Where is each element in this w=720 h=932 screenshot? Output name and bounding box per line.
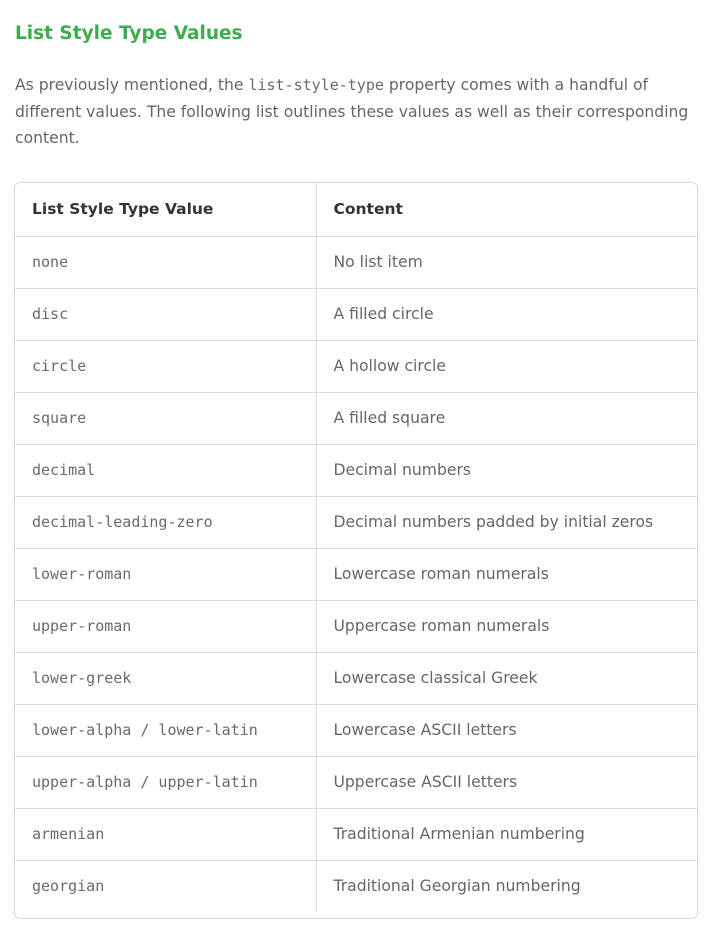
cell-content: No list item <box>315 236 697 289</box>
table-row: none No list item <box>15 236 697 289</box>
intro-inline-code: list-style-type <box>248 76 384 94</box>
cell-content: Traditional Georgian numbering <box>315 860 697 912</box>
table-row: square A filled square <box>15 392 697 445</box>
cell-value: lower-roman <box>15 548 316 601</box>
cell-content: Uppercase ASCII letters <box>315 756 697 809</box>
table-row: decimal Decimal numbers <box>15 444 697 497</box>
cell-value: decimal <box>15 444 316 497</box>
column-header-value: List Style Type Value <box>15 183 316 237</box>
intro-paragraph: As previously mentioned, the list-style-… <box>15 72 705 152</box>
table-row: lower-greek Lowercase classical Greek <box>15 652 697 705</box>
cell-value: circle <box>15 340 316 393</box>
cell-value: armenian <box>15 808 316 861</box>
cell-value: lower-greek <box>15 652 316 705</box>
cell-content: Lowercase classical Greek <box>315 652 697 705</box>
section-heading: List Style Type Values <box>15 23 243 44</box>
list-style-type-table: List Style Type Value Content none No li… <box>14 182 698 919</box>
table-row: upper-roman Uppercase roman numerals <box>15 600 697 653</box>
table-row: armenian Traditional Armenian numbering <box>15 808 697 861</box>
table-row: upper-alpha / upper-latin Uppercase ASCI… <box>15 756 697 809</box>
cell-value: none <box>15 236 316 289</box>
cell-value: decimal-leading-zero <box>15 496 316 549</box>
cell-value: square <box>15 392 316 445</box>
cell-value: georgian <box>32 877 105 896</box>
cell-content: Lowercase ASCII letters <box>315 704 697 757</box>
table-row: circle A hollow circle <box>15 340 697 393</box>
intro-text-start: As previously mentioned, the <box>15 76 249 94</box>
article-section: List Style Type Values As previously men… <box>0 0 720 152</box>
cell-value: upper-alpha / upper-latin <box>15 756 316 809</box>
table-row: disc A filled circle <box>15 288 697 341</box>
cell-content: Decimal numbers <box>315 444 697 497</box>
cell-content: A filled circle <box>315 288 697 341</box>
cell-content: Decimal numbers padded by initial zeros <box>315 496 697 549</box>
table-header-row: List Style Type Value Content <box>15 183 697 237</box>
table-row: decimal-leading-zero Decimal numbers pad… <box>15 496 697 549</box>
cell-value: disc <box>15 288 316 341</box>
table-row: lower-roman Lowercase roman numerals <box>15 548 697 601</box>
table-row: lower-alpha / lower-latin Lowercase ASCI… <box>15 704 697 757</box>
cell-value: lower-alpha / lower-latin <box>15 704 316 757</box>
table-row: georgian Traditional Georgian numbering <box>15 860 697 912</box>
cell-content: Traditional Armenian numbering <box>315 808 697 861</box>
cell-content: A hollow circle <box>315 340 697 393</box>
cell-content: A filled square <box>315 392 697 445</box>
column-header-content: Content <box>315 183 697 237</box>
cell-content: Lowercase roman numerals <box>315 548 697 601</box>
cell-content: Uppercase roman numerals <box>315 600 697 653</box>
cell-value: upper-roman <box>15 600 316 653</box>
